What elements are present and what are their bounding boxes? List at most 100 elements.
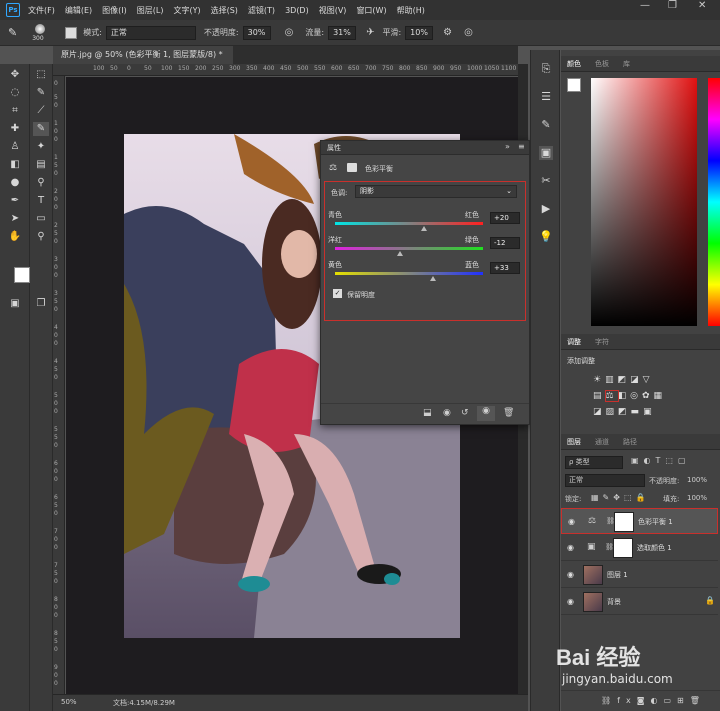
tab-adjustments[interactable]: 调整 (567, 334, 581, 350)
color-balance-adjust-icon[interactable]: ⚖ (604, 390, 619, 402)
tab-channels[interactable]: 通道 (595, 434, 609, 450)
cyan-red-slider[interactable] (335, 222, 483, 225)
layer-mask-thumbnail[interactable] (613, 538, 633, 558)
photo-filter-icon[interactable]: ◎ (630, 391, 642, 401)
airbrush-icon[interactable]: ✈ (366, 27, 374, 38)
flow-input[interactable]: 31% (328, 25, 357, 40)
menu-help[interactable]: 帮助(H) (397, 5, 425, 16)
collapse-icon[interactable]: » (505, 142, 510, 151)
preserve-luminosity-checkbox[interactable]: ✓ (333, 289, 342, 298)
gradient-map-icon[interactable]: ▬ (631, 407, 644, 417)
menu-window[interactable]: 窗口(W) (356, 5, 386, 16)
hue-sat-icon[interactable]: ▤ (593, 391, 606, 401)
pressure-size-icon[interactable]: ◎ (464, 27, 473, 38)
blur-tool-icon[interactable]: ● (7, 176, 23, 190)
clip-to-layer-icon[interactable]: ⬓ (423, 408, 432, 418)
pen-tool-icon[interactable]: ✒ (7, 194, 23, 208)
layer-filter-select[interactable]: ρ 类型 (565, 456, 623, 469)
layer-filter-icons[interactable]: ▣◐T⬚▢ (631, 456, 691, 465)
tool-presets-icon[interactable]: ✂ (539, 174, 553, 188)
layer-name[interactable]: 色彩平衡 1 (638, 517, 673, 527)
brush-tool-active-icon[interactable]: ✎ (33, 122, 49, 136)
smoothing-input[interactable]: 10% (405, 25, 434, 40)
menu-3d[interactable]: 3D(D) (285, 6, 309, 15)
reset-icon[interactable]: ↺ (461, 408, 469, 418)
foreground-color-swatch[interactable] (14, 267, 30, 283)
mode-select[interactable]: 正常 (105, 25, 196, 40)
lightbulb-icon[interactable]: 💡 (539, 230, 553, 244)
yellow-blue-slider[interactable] (335, 272, 483, 275)
menu-edit[interactable]: 编辑(E) (65, 5, 92, 16)
crop-tool-icon[interactable]: ⌗ (7, 104, 23, 118)
blend-mode-select[interactable]: 正常 (565, 474, 645, 487)
layer-opacity-value[interactable]: 100% (687, 476, 707, 484)
stamp-tool-icon[interactable]: ♙ (7, 140, 23, 154)
actions-play-icon[interactable]: ▶ (539, 202, 553, 216)
cyan-red-slider-thumb[interactable] (420, 226, 427, 231)
marquee-tool-icon[interactable]: ⬚ (33, 68, 49, 82)
brightness-icon[interactable]: ☀ (593, 375, 605, 385)
view-previous-icon[interactable]: ◉ (443, 408, 451, 418)
layer-row-background[interactable]: ◉ 背景 🔒 (561, 589, 718, 615)
cyan-red-value[interactable]: +20 (490, 212, 520, 224)
doc-size-info[interactable]: 文档:4.15M/8.29M (113, 698, 175, 708)
lock-icons[interactable]: ▦✎✥⬚🔒 (591, 493, 649, 502)
link-layers-icon[interactable]: ⛓ (601, 696, 617, 705)
properties-icon[interactable]: ▣ (539, 146, 553, 160)
visibility-icon[interactable]: ◉ (477, 406, 495, 421)
layer-row-selective-color[interactable]: ◉ ▣ ⛓ 选取颜色 1 (561, 535, 718, 561)
invert-icon[interactable]: ◪ (593, 407, 606, 417)
menu-select[interactable]: 选择(S) (211, 5, 238, 16)
eyedropper-tool-icon[interactable]: ⟋ (33, 104, 49, 118)
document-tab[interactable]: 原片.jpg @ 50% (色彩平衡 1, 图层蒙版/8) * × (53, 46, 233, 77)
magenta-green-value[interactable]: -12 (490, 237, 520, 249)
eye-icon[interactable]: ◉ (567, 597, 574, 606)
yellow-blue-slider-thumb[interactable] (430, 276, 437, 281)
exposure-icon[interactable]: ◪ (630, 375, 643, 385)
tab-libraries[interactable]: 库 (623, 56, 630, 72)
menu-image[interactable]: 图像(I) (102, 5, 127, 16)
layer-row-color-balance[interactable]: ◉ ⚖ ⛓ 色彩平衡 1 (561, 508, 718, 534)
opacity-input[interactable]: 30% (242, 25, 271, 40)
menu-filter[interactable]: 滤镜(T) (248, 5, 275, 16)
properties-panel-header[interactable]: 属性 » ≡ (321, 141, 529, 155)
tab-layers[interactable]: 图层 (567, 434, 581, 450)
layer-thumbnail[interactable] (583, 592, 603, 612)
color-fg-swatch[interactable] (567, 78, 581, 92)
layer-row-layer1[interactable]: ◉ 图层 1 (561, 562, 718, 588)
menu-view[interactable]: 视图(V) (319, 5, 347, 16)
close-icon[interactable]: ✕ (698, 0, 706, 11)
minimize-icon[interactable]: — (640, 0, 650, 11)
zoom-level[interactable]: 50% (61, 698, 77, 706)
shape-tool-icon[interactable]: ▭ (33, 212, 49, 226)
tab-paths[interactable]: 路径 (623, 434, 637, 450)
brush-preset-picker[interactable]: 300 (31, 23, 49, 43)
eye-icon[interactable]: ◉ (567, 543, 574, 552)
hand-tool-icon[interactable]: ✋ (7, 230, 23, 244)
fill-value[interactable]: 100% (687, 494, 707, 502)
color-picker-field[interactable] (591, 78, 697, 326)
layer-mask-thumbnail[interactable] (614, 512, 634, 532)
magenta-green-slider[interactable] (335, 247, 483, 250)
menu-layer[interactable]: 图层(L) (137, 5, 164, 16)
layer-name[interactable]: 选取颜色 1 (637, 543, 672, 553)
history-icon[interactable]: ⎘ (539, 62, 553, 76)
eye-icon[interactable]: ◉ (567, 570, 574, 579)
gradient-tool-icon[interactable]: ▤ (33, 158, 49, 172)
trash-icon[interactable]: 🗑 (503, 408, 514, 418)
eraser-tool-icon[interactable]: ◧ (7, 158, 23, 172)
adjustments-icon[interactable]: ☰ (539, 90, 553, 104)
magenta-green-slider-thumb[interactable] (397, 251, 404, 256)
levels-icon[interactable]: ▥ (605, 375, 618, 385)
bw-icon[interactable]: ◧ (618, 391, 631, 401)
brush-tool-icon[interactable]: ✎ (8, 26, 17, 39)
healing-tool-icon[interactable]: ✚ (7, 122, 23, 136)
layer-name[interactable]: 图层 1 (607, 570, 628, 580)
brush-panel-icon[interactable] (65, 26, 78, 39)
delete-layer-icon[interactable]: 🗑 (690, 696, 706, 705)
hue-slider[interactable] (708, 78, 720, 326)
selective-color-icon[interactable]: ▣ (643, 407, 656, 417)
pressure-opacity-icon[interactable]: ◎ (285, 27, 294, 38)
tab-color[interactable]: 颜色 (567, 56, 581, 72)
menu-file[interactable]: 文件(F) (28, 5, 55, 16)
